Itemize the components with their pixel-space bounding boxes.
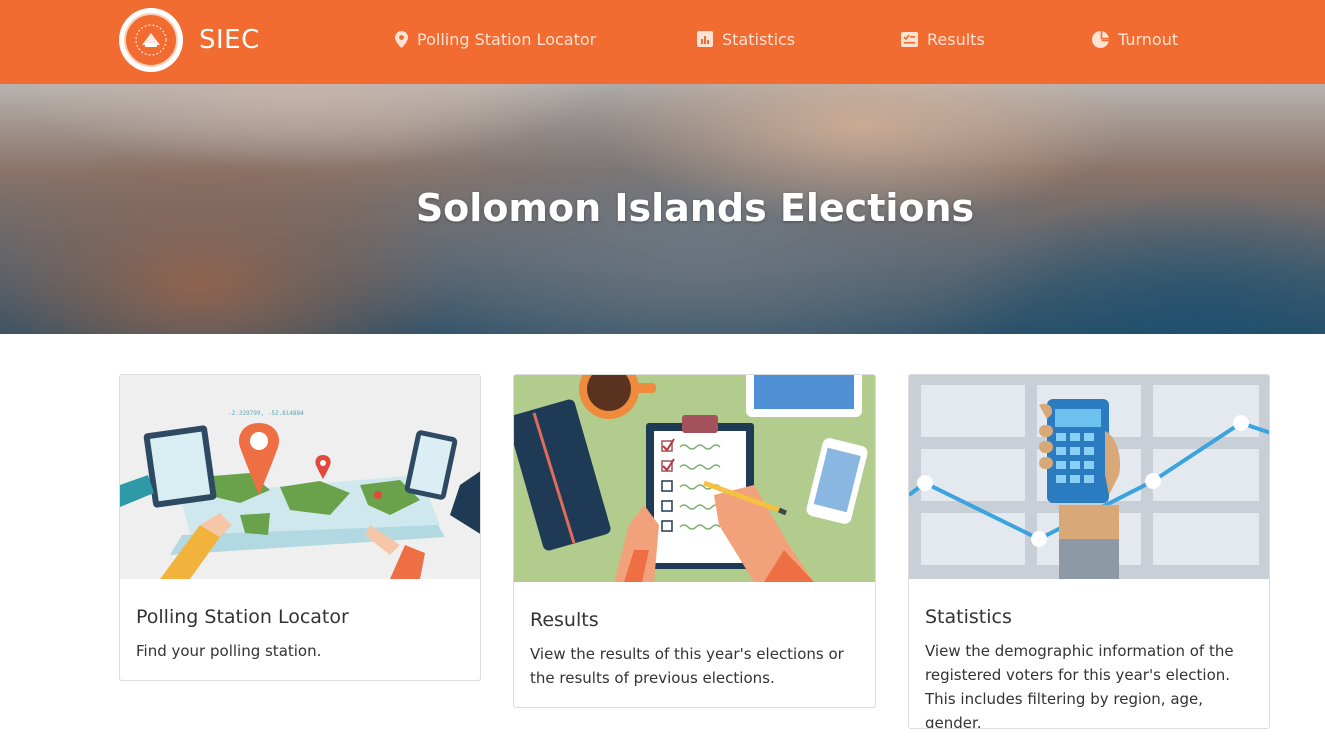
checklist-icon bbox=[901, 31, 918, 47]
hero-banner: Solomon Islands Elections bbox=[0, 84, 1325, 334]
nav-turnout-label: Turnout bbox=[1118, 29, 1179, 49]
pie-chart-icon bbox=[1092, 30, 1109, 48]
map-marker-icon bbox=[395, 30, 408, 48]
top-navbar: SIEC Polling Station Locator Statistics … bbox=[0, 0, 1325, 84]
siec-logo bbox=[119, 8, 183, 72]
brand-name: SIEC bbox=[199, 25, 260, 55]
nav-polling-station-locator-label: Polling Station Locator bbox=[417, 29, 597, 49]
nav-results-label: Results bbox=[927, 29, 985, 49]
card-text: Find your polling station. bbox=[136, 642, 322, 660]
nav-results[interactable]: Results bbox=[901, 28, 985, 50]
results-checklist-illustration bbox=[514, 375, 875, 582]
bar-chart-icon bbox=[697, 31, 713, 47]
nav-turnout[interactable]: Turnout bbox=[1092, 28, 1178, 50]
map-coordinates-text: -2.329799, -52.814884 bbox=[228, 410, 304, 417]
statistics-calculator-illustration bbox=[909, 375, 1269, 579]
card-text: View the results of this year's election… bbox=[530, 645, 844, 687]
nav-polling-station-locator[interactable]: Polling Station Locator bbox=[395, 28, 596, 50]
brand-home-link[interactable]: SIEC bbox=[119, 8, 260, 72]
card-title: Results bbox=[530, 609, 599, 631]
hero-title: Solomon Islands Elections bbox=[415, 186, 975, 230]
card-statistics[interactable]: Statistics View the demographic informat… bbox=[908, 374, 1270, 729]
card-results[interactable]: Results View the results of this year's … bbox=[513, 374, 876, 708]
nav-statistics[interactable]: Statistics bbox=[697, 28, 795, 50]
card-polling-station-locator[interactable]: -2.329799, -52.814884 Polling Station Lo… bbox=[119, 374, 481, 681]
polling-station-map-illustration: -2.329799, -52.814884 bbox=[120, 375, 480, 579]
card-title: Statistics bbox=[925, 606, 1012, 628]
card-title: Polling Station Locator bbox=[136, 606, 349, 628]
nav-statistics-label: Statistics bbox=[722, 29, 796, 49]
card-text: View the demographic information of the … bbox=[925, 642, 1234, 729]
